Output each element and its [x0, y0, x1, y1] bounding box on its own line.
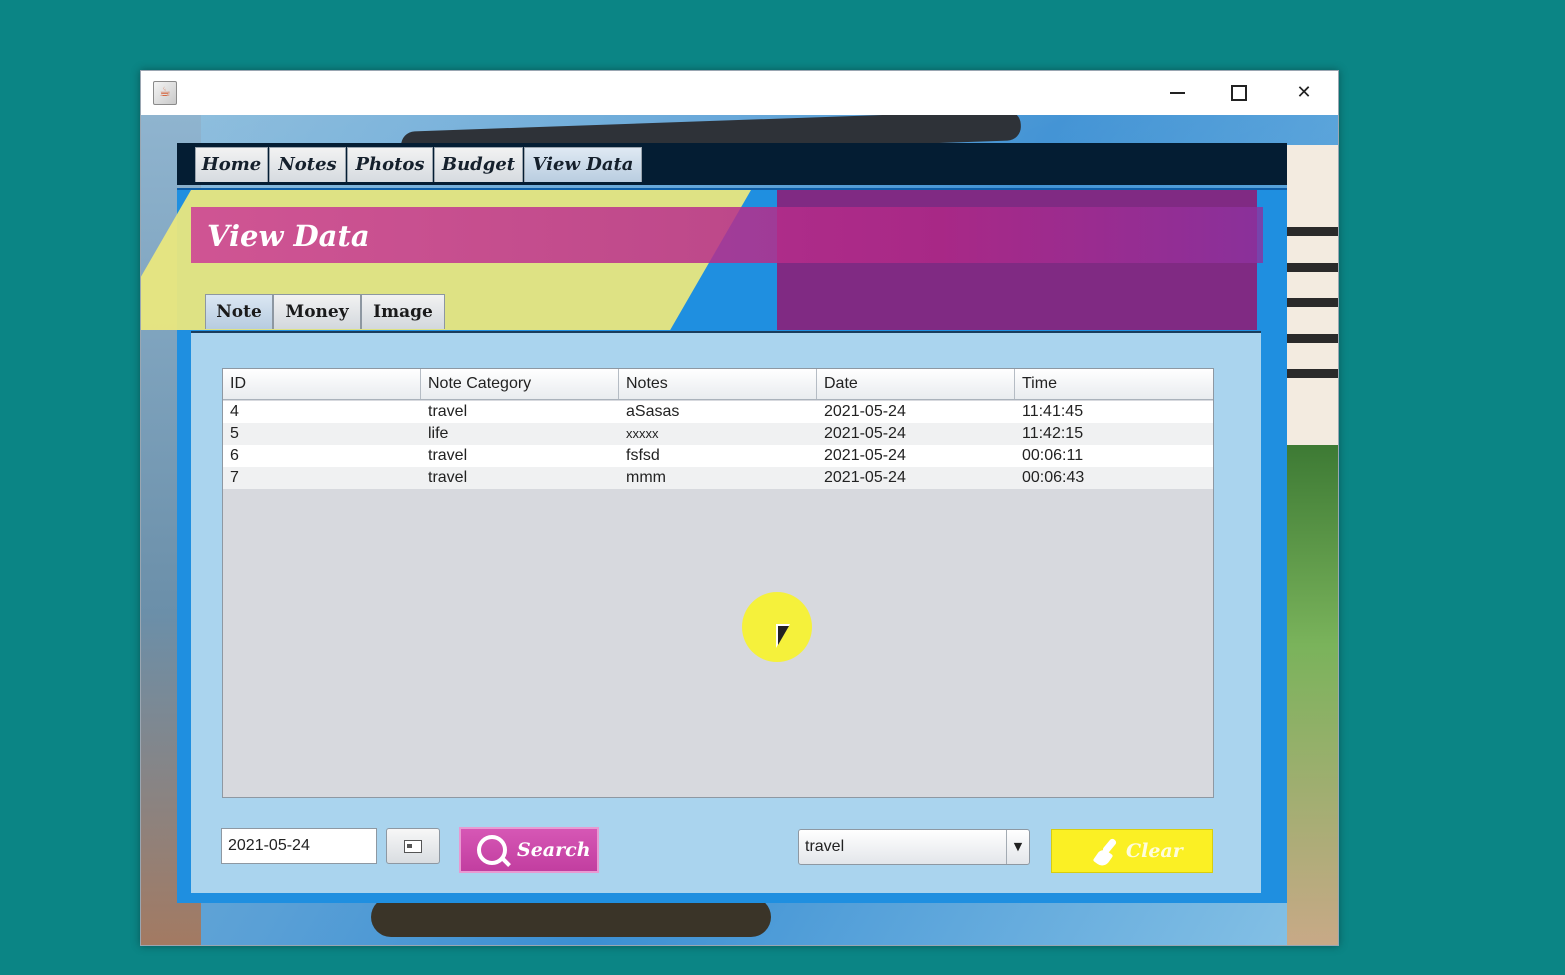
date-field[interactable]: 2021-05-24: [221, 828, 377, 864]
calendar-icon: [404, 840, 422, 853]
date-picker-button[interactable]: [386, 828, 440, 864]
tab-photos[interactable]: Photos: [347, 147, 433, 182]
column-header-notes[interactable]: Notes: [619, 369, 817, 399]
cell-date: 2021-05-24: [824, 469, 906, 486]
search-button-label: Search: [517, 839, 591, 861]
table-row[interactable]: 7 travel mmm 2021-05-24 00:06:43: [223, 467, 1213, 489]
notes-table[interactable]: ID Note Category Notes Date Time 4 trave…: [222, 368, 1214, 798]
background-image: [1287, 369, 1338, 378]
cell-id: 4: [230, 403, 239, 420]
background-image: [1287, 263, 1338, 272]
clear-button[interactable]: Clear: [1051, 829, 1213, 873]
cell-time: 00:06:43: [1022, 469, 1085, 486]
cell-time: 00:06:11: [1022, 447, 1084, 464]
chevron-down-icon[interactable]: ▼: [1006, 830, 1029, 864]
cell-time: 11:42:15: [1022, 425, 1084, 442]
background-image: [1287, 445, 1338, 945]
app-window: ☕ ✕ Home Notes Photos Budget View Data V…: [140, 70, 1339, 946]
cell-note-category: travel: [428, 403, 468, 420]
column-header-note-category[interactable]: Note Category: [421, 369, 619, 399]
view-data-panel: View Data Note Money Image ID Note Categ…: [141, 188, 1287, 903]
background-image: [1287, 145, 1338, 445]
subtab-note[interactable]: Note: [205, 294, 273, 329]
cell-time: 11:41:45: [1022, 403, 1084, 420]
table-header: ID Note Category Notes Date Time: [223, 369, 1213, 400]
category-select[interactable]: travel ▼: [798, 829, 1030, 865]
tab-notes[interactable]: Notes: [269, 147, 346, 182]
java-app-icon: ☕: [153, 81, 177, 105]
cell-id: 5: [230, 425, 239, 442]
table-row[interactable]: 4 travel aSasas 2021-05-24 11:41:45: [223, 401, 1213, 423]
search-button[interactable]: Search: [459, 827, 599, 873]
window-client-area: Home Notes Photos Budget View Data View …: [141, 115, 1338, 945]
cell-notes: aSasas: [626, 403, 680, 420]
brush-icon: [1092, 838, 1118, 866]
clear-button-label: Clear: [1126, 840, 1183, 862]
cell-note-category: travel: [428, 469, 468, 486]
note-tab-panel: ID Note Category Notes Date Time 4 trave…: [191, 331, 1261, 893]
search-icon: [477, 835, 507, 865]
cell-note-category: life: [428, 425, 449, 442]
column-header-date[interactable]: Date: [817, 369, 1015, 399]
cell-date: 2021-05-24: [824, 425, 906, 442]
column-header-time[interactable]: Time: [1015, 369, 1213, 399]
mouse-pointer-icon: [776, 624, 790, 648]
cell-id: 6: [230, 447, 239, 464]
background-image: [1287, 334, 1338, 343]
category-select-value: travel: [805, 838, 845, 855]
subtab-money[interactable]: Money: [273, 294, 361, 329]
background-image: [1287, 298, 1338, 307]
minimize-icon: [1169, 92, 1185, 94]
cell-date: 2021-05-24: [824, 447, 906, 464]
maximize-button[interactable]: [1213, 77, 1265, 109]
tab-view-data[interactable]: View Data: [524, 147, 642, 182]
maximize-icon: [1231, 85, 1247, 101]
background-image: [1287, 227, 1338, 236]
close-button[interactable]: ✕: [1278, 77, 1330, 109]
subtab-image[interactable]: Image: [361, 294, 445, 329]
cell-notes: fsfsd: [626, 447, 660, 464]
table-row[interactable]: 5 life xxxxx 2021-05-24 11:42:15: [223, 423, 1213, 445]
cell-id: 7: [230, 469, 239, 486]
title-bar[interactable]: ☕ ✕: [141, 71, 1338, 115]
page-title: View Data: [207, 219, 370, 253]
main-nav-bar: Home Notes Photos Budget View Data: [177, 143, 1287, 185]
cell-notes: xxxxx: [626, 426, 659, 441]
close-icon: ✕: [1296, 82, 1312, 103]
tab-budget[interactable]: Budget: [434, 147, 523, 182]
column-header-id[interactable]: ID: [223, 369, 421, 399]
cell-date: 2021-05-24: [824, 403, 906, 420]
table-row[interactable]: 6 travel fsfsd 2021-05-24 00:06:11: [223, 445, 1213, 467]
cell-notes: mmm: [626, 469, 666, 486]
tab-home[interactable]: Home: [195, 147, 268, 182]
cell-note-category: travel: [428, 447, 468, 464]
minimize-button[interactable]: [1151, 77, 1203, 109]
background-image: [371, 897, 771, 937]
